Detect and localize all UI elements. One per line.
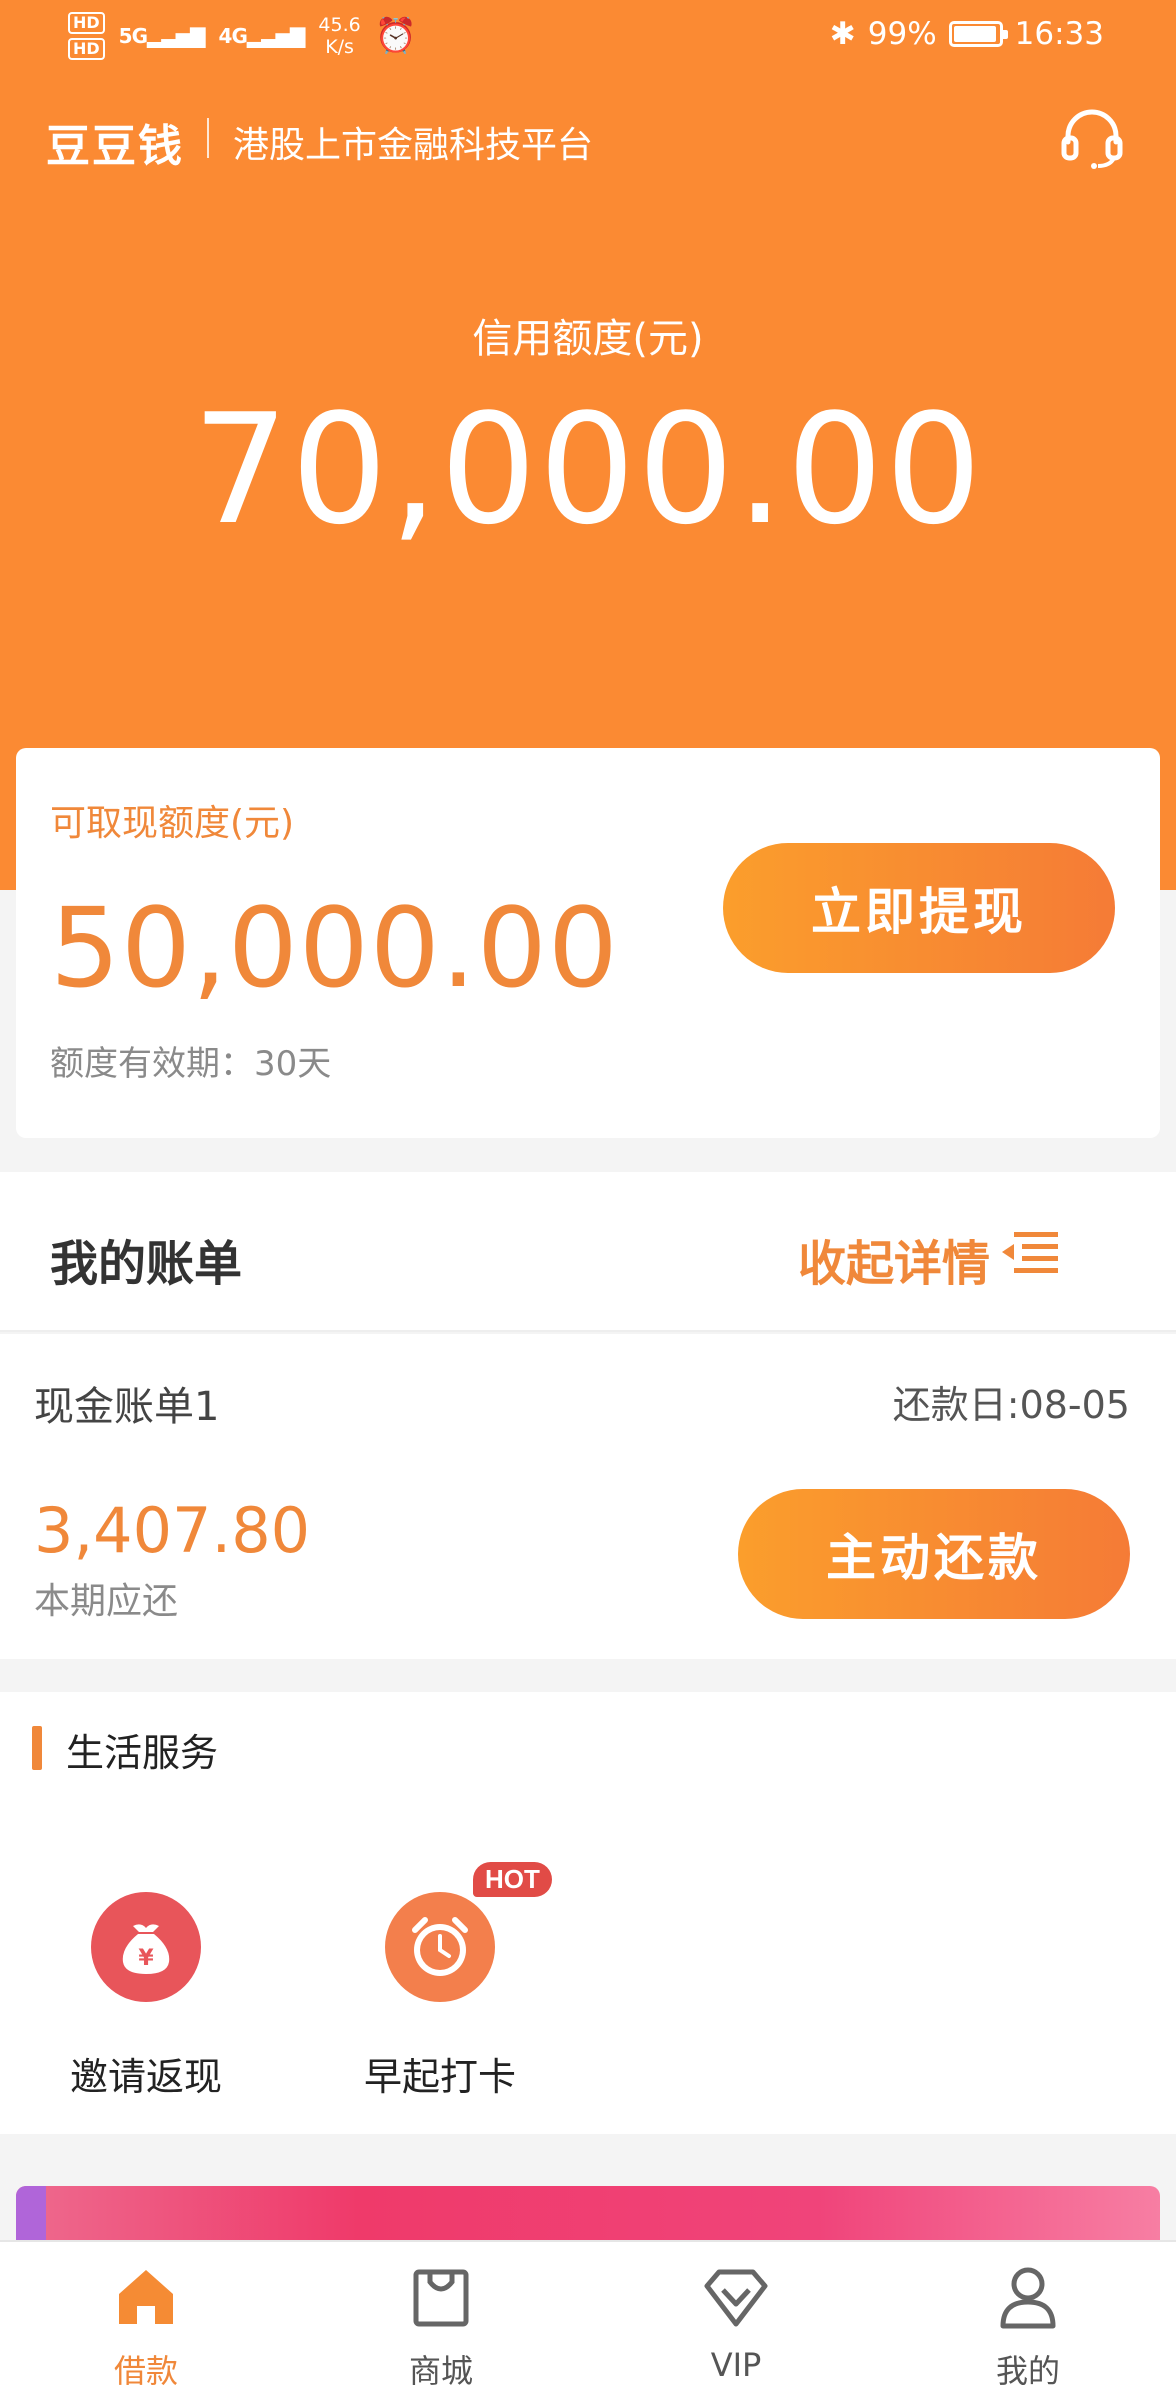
signal-4g-icon: 4G▂▃▅▇ — [218, 24, 306, 48]
bill-name: 现金账单1 — [34, 1384, 220, 1430]
hd-badge-2: HD — [68, 38, 105, 60]
bills-title: 我的账单 — [50, 1236, 243, 1292]
status-left: HD HD 5G▂▃▅▇ 4G▂▃▅▇ 45.6 K/s ⏰ — [68, 12, 417, 60]
service-label: 早起打卡 — [363, 2055, 516, 2099]
section-accent-bar — [32, 1726, 42, 1770]
home-icon — [111, 2262, 181, 2332]
collapse-list-icon[interactable] — [1000, 1230, 1060, 1276]
hd-badge-1: HD — [68, 12, 105, 34]
shopping-bag-icon — [406, 2262, 476, 2332]
battery-fill — [953, 26, 996, 42]
withdraw-limit-label: 可取现额度(元) — [50, 803, 295, 844]
withdraw-card: 可取现额度(元) 50,000.00 额度有效期：30天 立即提现 — [16, 748, 1160, 1138]
network-speed-unit: K/s — [325, 36, 354, 58]
tab-label: 我的 — [995, 2352, 1060, 2390]
money-bag-icon: ¥ — [91, 1892, 201, 2002]
services-title: 生活服务 — [66, 1731, 219, 1775]
service-morning-checkin[interactable]: HOT 早起打卡 — [340, 1862, 552, 2101]
network-speed: 45.6 K/s — [318, 14, 360, 58]
hot-badge: HOT — [473, 1862, 552, 1897]
withdraw-limit-amount: 50,000.00 — [50, 884, 619, 1012]
credit-limit-label: 信用额度(元) — [472, 316, 704, 362]
diamond-icon — [701, 2262, 771, 2332]
bluetooth-icon: ✱ — [829, 16, 856, 52]
hd-indicators: HD HD — [68, 12, 105, 60]
service-label: 邀请返现 — [69, 2055, 222, 2099]
user-icon-svg — [1000, 2267, 1056, 2329]
tab-mall[interactable]: 商城 — [361, 2262, 521, 2392]
bill-amount: 3,407.80 — [34, 1494, 311, 1567]
network-speed-value: 45.6 — [318, 14, 361, 36]
signal-4g-label: 4G — [218, 24, 248, 48]
signal-5g-label: 5G — [118, 24, 148, 48]
bill-card: 现金账单1 还款日:08-05 3,407.80 本期应还 主动还款 — [0, 1334, 1176, 1659]
tab-loan[interactable]: 借款 — [66, 2262, 226, 2392]
clock: 16:33 — [1014, 16, 1104, 52]
battery-icon — [948, 21, 1008, 47]
repay-now-button[interactable]: 主动还款 — [738, 1489, 1130, 1619]
app-logo: 豆豆钱 — [46, 121, 184, 172]
bill-amount-label: 本期应还 — [34, 1581, 179, 1622]
diamond-icon-svg — [704, 2269, 768, 2327]
svg-text:¥: ¥ — [138, 1946, 154, 1971]
top-bar: 豆豆钱 港股上市金融科技平台 — [0, 104, 1176, 174]
bills-header: 我的账单 收起详情 — [0, 1172, 1176, 1332]
signal-5g-icon: 5G▂▃▅▇ — [118, 24, 206, 48]
home-icon-svg — [119, 2270, 173, 2324]
logo-divider — [207, 118, 209, 158]
headset-icon[interactable] — [1060, 108, 1124, 170]
shopping-bag-icon-svg — [413, 2269, 469, 2327]
status-bar: HD HD 5G▂▃▅▇ 4G▂▃▅▇ 45.6 K/s ⏰ ✱ 99% 16:… — [0, 0, 1176, 72]
collapse-details-button[interactable]: 收起详情 — [798, 1224, 990, 1294]
tab-mine[interactable]: 我的 — [948, 2262, 1108, 2392]
withdraw-now-button[interactable]: 立即提现 — [723, 843, 1115, 973]
headset-icon-svg — [1061, 109, 1123, 169]
alarm-icon: ⏰ — [374, 16, 418, 56]
tab-label: 商城 — [408, 2352, 473, 2390]
tab-label: 借款 — [113, 2352, 178, 2390]
limit-validity: 额度有效期：30天 — [50, 1044, 332, 1084]
money-bag-icon-svg: ¥ — [122, 1924, 170, 1974]
bottom-tab-bar: 借款 商城 VIP 我的 — [0, 2240, 1176, 2400]
tab-label: VIP — [710, 2346, 762, 2384]
tab-vip[interactable]: VIP — [656, 2262, 816, 2384]
status-right: ✱ 99% 16:33 — [830, 16, 1104, 52]
bill-due-date: 还款日:08-05 — [892, 1383, 1130, 1427]
service-invite-cashback[interactable]: ¥ 邀请返现 — [46, 1892, 246, 2101]
life-services: 生活服务 ¥ 邀请返现 HOT 早起打卡 — [0, 1692, 1176, 2134]
alarm-clock-icon-svg — [412, 1917, 468, 1976]
collapse-list-icon-svg — [1002, 1232, 1058, 1273]
battery-percent: 99% — [867, 16, 937, 52]
user-icon — [993, 2262, 1063, 2332]
credit-limit-amount: 70,000.00 — [192, 381, 984, 558]
alarm-clock-icon: HOT — [385, 1862, 552, 2002]
app-slogan: 港股上市金融科技平台 — [233, 125, 594, 166]
